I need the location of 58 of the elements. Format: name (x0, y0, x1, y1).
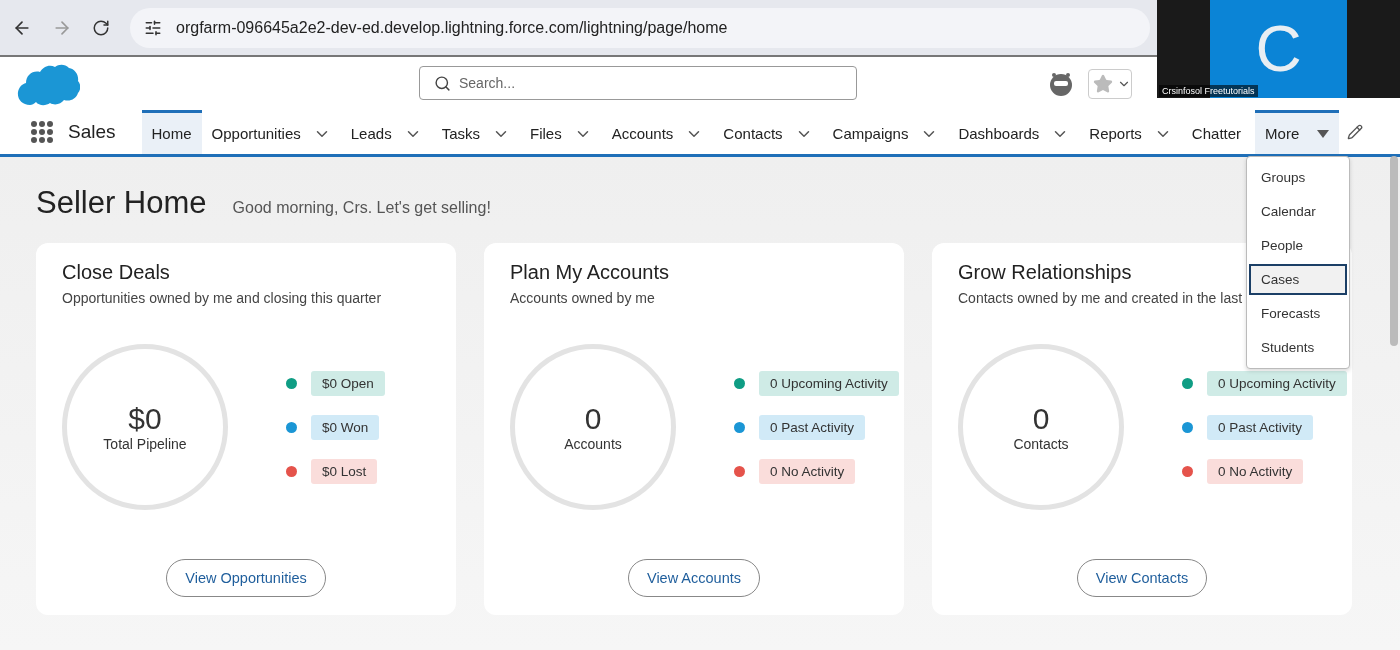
total-label: Contacts (1013, 436, 1069, 452)
legend-label: 0 Past Activity (759, 414, 866, 440)
more-tab[interactable]: More (1255, 110, 1340, 154)
avatar-initial: C (1255, 12, 1302, 86)
reload-icon[interactable] (92, 18, 110, 37)
card-subtitle: Contacts owned by me and created in the last (958, 290, 1243, 306)
caret-icon (1317, 129, 1330, 138)
legend-label: $0 Won (311, 414, 380, 440)
edit-icon[interactable] (1347, 124, 1364, 140)
total-value: $0 (128, 402, 162, 436)
total-value: 0 (1032, 402, 1050, 436)
menu-item[interactable]: People (1249, 230, 1347, 261)
card-title: Close Deals (62, 261, 170, 284)
nav-tab[interactable]: Accounts (601, 110, 714, 154)
legend-label: 0 No Activity (759, 458, 856, 484)
total-label: Accounts (564, 436, 622, 452)
scrollbar[interactable] (1390, 156, 1398, 346)
nav-tab[interactable]: Contacts (713, 110, 823, 154)
legend-label: 0 Upcoming Activity (759, 370, 899, 396)
menu-item[interactable]: Cases (1249, 264, 1347, 295)
view-button[interactable]: View Opportunities (166, 559, 326, 597)
greeting: Good morning, Crs. Let's get selling! (232, 199, 491, 217)
nav-tab[interactable]: Dashboards (948, 110, 1080, 154)
menu-item[interactable]: Forecasts (1249, 298, 1347, 329)
card-subtitle: Accounts owned by me (510, 290, 655, 306)
site-settings-icon[interactable] (144, 18, 162, 37)
nav-tab[interactable]: Reports (1079, 110, 1182, 154)
legend-label: 0 Past Activity (1207, 414, 1314, 440)
card-subtitle: Opportunities owned by me and closing this quarter (62, 290, 382, 306)
star-icon (1093, 74, 1113, 94)
legend-label: 0 Upcoming Activity (1207, 370, 1347, 396)
menu-item[interactable]: Groups (1249, 162, 1347, 193)
nav-tab[interactable]: Chatter (1181, 110, 1252, 154)
app-launcher-icon[interactable] (30, 120, 54, 144)
menu-item[interactable]: Students (1249, 332, 1347, 363)
view-button[interactable]: View Contacts (1076, 559, 1208, 597)
nav-tab[interactable]: Tasks (431, 110, 520, 154)
search-icon (434, 74, 451, 92)
view-button[interactable]: View Accounts (627, 559, 760, 597)
nav-tab[interactable]: Home (141, 110, 202, 154)
participant-name: Crsinfosol Freetutorials (1159, 85, 1258, 97)
robot-icon[interactable] (1048, 71, 1074, 97)
nav-tab[interactable]: Leads (340, 110, 432, 154)
nav-tab[interactable]: Campaigns (822, 110, 949, 154)
total-value: 0 (584, 402, 602, 436)
legend-label: $0 Lost (311, 458, 378, 484)
page-title: Seller Home (36, 185, 207, 221)
total-label: Total Pipeline (103, 436, 187, 452)
menu-item[interactable]: Calendar (1249, 196, 1347, 227)
app-name: Sales (68, 121, 116, 143)
legend-label: 0 No Activity (1207, 458, 1304, 484)
card-title: Plan My Accounts (510, 261, 669, 284)
nav-tab[interactable]: Opportunities (201, 110, 341, 154)
legend-label: $0 Open (311, 370, 385, 396)
card-title: Grow Relationships (958, 261, 1132, 284)
address-bar[interactable]: orgfarm-096645a2e2-dev-ed.develop.lightning.force.com/lightning/page/home (130, 7, 1150, 48)
search-field[interactable]: Search... (419, 66, 857, 100)
nav-tab[interactable]: Files (520, 110, 602, 154)
